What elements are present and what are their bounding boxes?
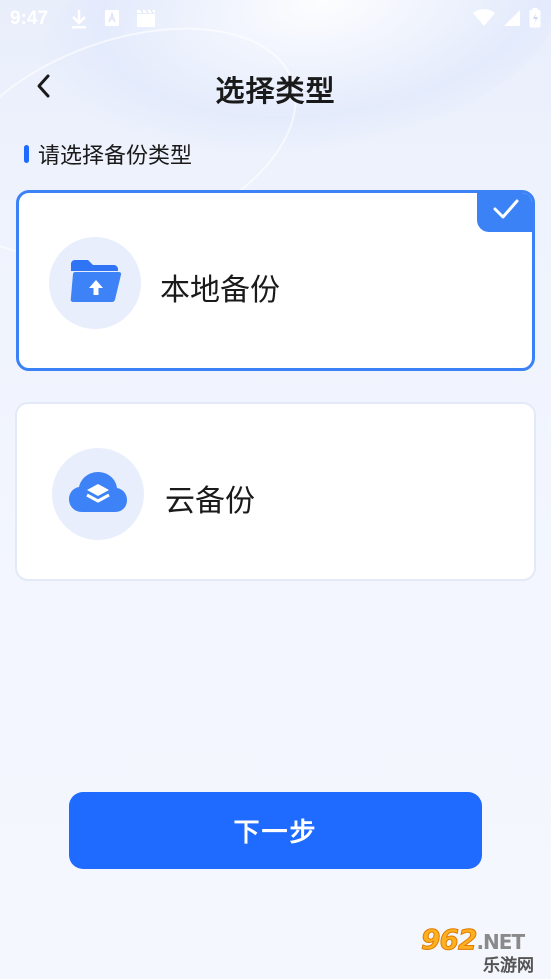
option-cloud-backup[interactable]: 云备份 — [15, 402, 536, 581]
option-local-backup[interactable]: 本地备份 — [16, 190, 535, 371]
section-label: 请选择备份类型 — [24, 139, 192, 169]
check-icon — [492, 198, 520, 224]
watermark-number: 962 — [420, 923, 477, 957]
section-accent-bar — [24, 145, 29, 163]
folder-upload-icon — [69, 258, 122, 308]
next-step-button[interactable]: 下一步 — [69, 792, 482, 869]
download-icon — [70, 8, 88, 34]
option-local-backup-label: 本地备份 — [160, 273, 280, 308]
selected-badge — [477, 193, 532, 232]
watermark-text: 乐游网 — [483, 956, 534, 976]
wifi-icon — [473, 9, 495, 31]
status-time: 9:47 — [10, 8, 49, 29]
signal-icon — [503, 9, 521, 31]
battery-icon — [529, 8, 541, 32]
header: 选择类型 — [0, 58, 551, 118]
text-app-icon — [104, 8, 120, 34]
local-backup-icon-circle — [49, 237, 141, 329]
page-title: 选择类型 — [215, 74, 336, 108]
status-bar: 9:47 — [0, 0, 551, 40]
watermark-logo: 962.NET 乐游网 — [413, 923, 545, 977]
cloud-layers-icon — [68, 470, 128, 518]
clapper-icon — [136, 8, 156, 34]
section-label-text: 请选择备份类型 — [38, 144, 193, 169]
cloud-backup-icon-circle — [52, 448, 144, 540]
option-cloud-backup-label: 云备份 — [165, 484, 255, 519]
